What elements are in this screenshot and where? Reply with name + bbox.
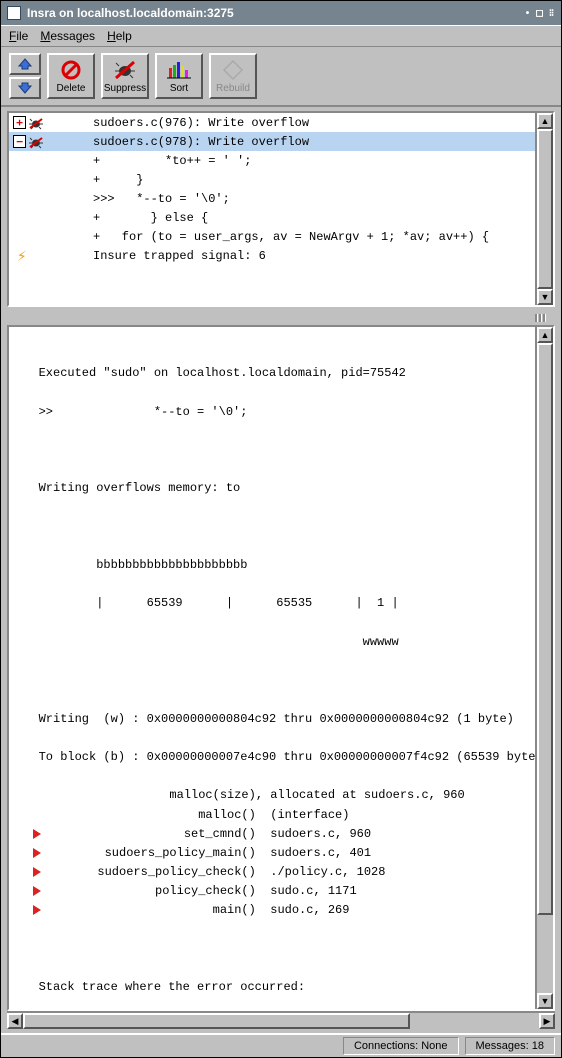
detail-panel: Executed "sudo" on localhost.localdomain…: [7, 325, 555, 1011]
detail-vscrollbar[interactable]: ▲ ▼: [535, 327, 553, 1009]
alloc-trace-line: policy_check() sudo.c, 1171: [17, 882, 527, 901]
stack-marker-icon: [33, 848, 41, 858]
message-text: >>> *--to = '\0';: [65, 192, 531, 206]
bug-icon: [28, 117, 42, 129]
scroll-down-icon[interactable]: ▼: [537, 289, 553, 305]
message-row[interactable]: + }: [9, 170, 535, 189]
scroll-right-icon[interactable]: ▶: [539, 1013, 555, 1029]
message-row[interactable]: >>> *--to = '\0';: [9, 189, 535, 208]
message-text: + } else {: [65, 211, 531, 225]
bolt-icon: ⚡: [17, 246, 27, 266]
message-list[interactable]: + sudoers.c(976): Write overflow − sudoers.…: [9, 113, 535, 305]
expand-icon[interactable]: +: [13, 116, 26, 129]
menubar: File Messages Help: [1, 25, 561, 47]
maximize-button[interactable]: ◻: [535, 8, 543, 19]
alloc-trace-line: malloc() (interface): [17, 806, 527, 825]
suppress-button[interactable]: Suppress: [101, 53, 149, 99]
sort-label: Sort: [170, 83, 188, 94]
alloc-trace-line: sudoers_policy_main() sudoers.c, 401: [17, 844, 527, 863]
exec-line: Executed "sudo" on localhost.localdomain…: [17, 364, 527, 383]
stack-marker-icon: [33, 886, 41, 896]
collapse-icon[interactable]: −: [13, 135, 26, 148]
window-titlebar: Insra on localhost.localdomain:3275 • ◻ …: [1, 1, 561, 25]
msglist-scrollbar[interactable]: ▲ ▼: [535, 113, 553, 305]
more-button[interactable]: ⁝⁝: [547, 8, 555, 19]
stack-header: Stack trace where the error occurred:: [17, 978, 527, 997]
alloc-trace-line: malloc(size), allocated at sudoers.c, 96…: [17, 786, 527, 805]
stack-marker-icon: [33, 867, 41, 877]
window-title: Insra on localhost.localdomain:3275: [27, 6, 519, 20]
scroll-left-icon[interactable]: ◀: [7, 1013, 23, 1029]
toolbar: Delete Suppress Sort Rebuild: [1, 47, 561, 107]
delete-label: Delete: [57, 83, 86, 94]
status-bar: Connections: None Messages: 18: [1, 1033, 561, 1057]
alloc-trace-line: main() sudo.c, 269: [17, 901, 527, 920]
rebuild-icon: [222, 59, 244, 81]
scroll-up-icon[interactable]: ▲: [537, 327, 553, 343]
menu-messages[interactable]: Messages: [40, 29, 95, 43]
message-text: Insure trapped signal: 6: [65, 249, 531, 263]
message-text: + }: [65, 173, 531, 187]
suppress-icon: [113, 59, 137, 81]
overflow-line: Writing overflows memory: to: [17, 479, 527, 498]
marker-line: >> *--to = '\0';: [17, 403, 527, 422]
message-row[interactable]: ⚡ Insure trapped signal: 6: [9, 246, 535, 265]
detail-hscrollbar[interactable]: ◀ ▶: [7, 1011, 555, 1029]
buffer-sizes: | 65539 | 65535 | 1 |: [17, 594, 527, 613]
message-row[interactable]: + sudoers.c(976): Write overflow: [9, 113, 535, 132]
rebuild-label: Rebuild: [216, 83, 250, 94]
suppress-label: Suppress: [104, 83, 146, 94]
buffer-w: wwwww: [17, 633, 527, 652]
sort-button[interactable]: Sort: [155, 53, 203, 99]
arrow-down-icon: [17, 82, 33, 94]
rebuild-button[interactable]: Rebuild: [209, 53, 257, 99]
nav-down-button[interactable]: [9, 77, 41, 99]
delete-button[interactable]: Delete: [47, 53, 95, 99]
nav-up-button[interactable]: [9, 53, 41, 75]
menu-help[interactable]: Help: [107, 29, 132, 43]
alloc-trace-line: set_cmnd() sudoers.c, 960: [17, 825, 527, 844]
status-messages: Messages: 18: [465, 1037, 555, 1055]
stack-marker-icon: [33, 829, 41, 839]
message-text: sudoers.c(976): Write overflow: [65, 116, 531, 130]
message-list-panel: + sudoers.c(976): Write overflow − sudoers.…: [7, 111, 555, 307]
write-w-line: Writing (w) : 0x0000000000804c92 thru 0x…: [17, 710, 527, 729]
scroll-up-icon[interactable]: ▲: [537, 113, 553, 129]
app-icon: [7, 6, 21, 20]
message-row[interactable]: + } else {: [9, 208, 535, 227]
minimize-button[interactable]: •: [523, 8, 531, 19]
delete-icon: [60, 59, 82, 81]
detail-content[interactable]: Executed "sudo" on localhost.localdomain…: [9, 327, 535, 1009]
write-b-line: To block (b) : 0x00000000007e4c90 thru 0…: [17, 748, 527, 767]
message-text: sudoers.c(978): Write overflow: [65, 135, 531, 149]
sort-icon: [167, 60, 191, 80]
bug-icon: [28, 136, 42, 148]
buffer-b: bbbbbbbbbbbbbbbbbbbbb: [17, 556, 527, 575]
menu-file[interactable]: File: [9, 29, 28, 43]
message-text: + *to++ = ' ';: [65, 154, 531, 168]
split-handle[interactable]: [7, 311, 555, 325]
message-row[interactable]: + *to++ = ' ';: [9, 151, 535, 170]
alloc-trace-line: sudoers_policy_check() ./policy.c, 1028: [17, 863, 527, 882]
scroll-down-icon[interactable]: ▼: [537, 993, 553, 1009]
message-row[interactable]: + for (to = user_args, av = NewArgv + 1;…: [9, 227, 535, 246]
message-row[interactable]: − sudoers.c(978): Write overflow: [9, 132, 535, 151]
arrow-up-icon: [17, 58, 33, 70]
status-connections: Connections: None: [343, 1037, 459, 1055]
stack-marker-icon: [33, 905, 41, 915]
message-text: + for (to = user_args, av = NewArgv + 1;…: [65, 230, 531, 244]
